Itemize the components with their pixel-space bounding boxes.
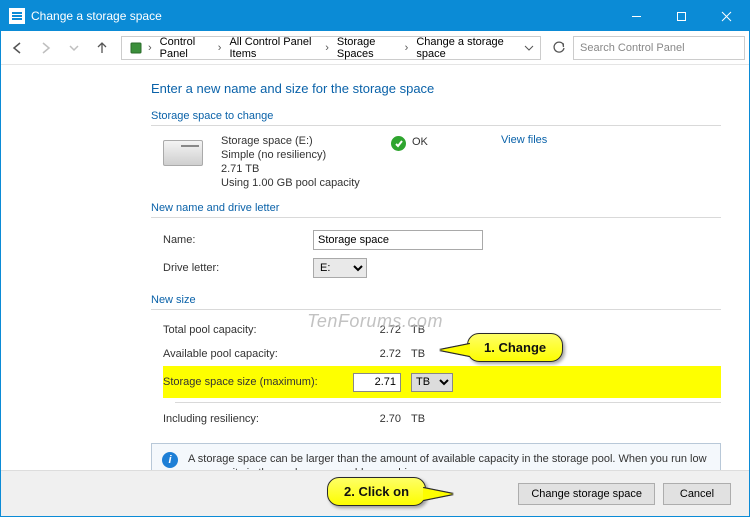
navbar: › Control Panel› All Control Panel Items… xyxy=(1,31,749,65)
breadcrumb-label: All Control Panel Items xyxy=(229,36,321,60)
change-storage-space-button[interactable]: Change storage space xyxy=(518,483,655,505)
ok-icon xyxy=(391,136,406,151)
name-label: Name: xyxy=(163,234,313,246)
forward-button[interactable] xyxy=(33,35,59,61)
breadcrumb-label: Storage Spaces xyxy=(337,36,401,60)
unit-select[interactable]: TB xyxy=(411,373,453,392)
close-button[interactable] xyxy=(704,1,749,31)
row-value: 2.72 xyxy=(353,324,411,336)
section-change: Storage space to change Storage space (E… xyxy=(151,110,721,190)
breadcrumb-label: Control Panel xyxy=(160,36,214,60)
row-unit: TB xyxy=(411,324,451,336)
callout-click: 2. Click on xyxy=(327,477,426,506)
space-usage: Using 1.00 GB pool capacity xyxy=(221,176,391,190)
window-buttons xyxy=(614,1,749,31)
content: Enter a new name and size for the storag… xyxy=(1,65,749,470)
space-name: Storage space (E:) xyxy=(221,134,391,148)
row-resiliency: Including resiliency: 2.70 TB xyxy=(163,407,721,431)
divider xyxy=(175,402,721,403)
breadcrumb[interactable]: › Control Panel› All Control Panel Items… xyxy=(121,36,541,60)
section-header: New size xyxy=(151,294,721,310)
status: OK xyxy=(391,134,501,151)
breadcrumb-item-0[interactable]: Control Panel› xyxy=(156,37,226,59)
callout-change: 1. Change xyxy=(467,333,563,362)
row-label: Storage space size (maximum): xyxy=(163,376,353,389)
info-text: A storage space can be larger than the a… xyxy=(188,452,710,470)
page-title: Enter a new name and size for the storag… xyxy=(151,81,721,96)
up-button[interactable] xyxy=(89,35,115,61)
breadcrumb-item-1[interactable]: All Control Panel Items› xyxy=(225,37,332,59)
titlebar: Change a storage space xyxy=(1,1,749,31)
size-input[interactable] xyxy=(353,373,401,392)
space-resiliency: Simple (no resiliency) xyxy=(221,148,391,162)
search-placeholder: Search Control Panel xyxy=(580,42,685,54)
view-files-link[interactable]: View files xyxy=(501,134,547,146)
status-text: OK xyxy=(412,136,428,148)
search-input[interactable]: Search Control Panel xyxy=(573,36,745,60)
row-label: Including resiliency: xyxy=(163,413,353,425)
back-button[interactable] xyxy=(5,35,31,61)
name-input[interactable] xyxy=(313,230,483,250)
window-title: Change a storage space xyxy=(31,9,614,23)
recent-locations-button[interactable] xyxy=(61,35,87,61)
row-total: Total pool capacity: 2.72 TB xyxy=(163,318,721,342)
refresh-button[interactable] xyxy=(547,36,571,60)
callout-text: 2. Click on xyxy=(344,484,409,499)
row-label: Total pool capacity: xyxy=(163,324,353,336)
section-header: New name and drive letter xyxy=(151,202,721,218)
row-value: 2.72 xyxy=(353,348,411,360)
breadcrumb-root-icon[interactable]: › xyxy=(124,37,156,59)
breadcrumb-item-3[interactable]: Change a storage space xyxy=(412,37,520,59)
section-header: Storage space to change xyxy=(151,110,721,126)
cancel-button[interactable]: Cancel xyxy=(663,483,731,505)
maximize-button[interactable] xyxy=(659,1,704,31)
space-info: Storage space (E:) Simple (no resiliency… xyxy=(221,134,391,190)
info-box: i A storage space can be larger than the… xyxy=(151,443,721,470)
breadcrumb-item-2[interactable]: Storage Spaces› xyxy=(333,37,412,59)
drive-letter-label: Drive letter: xyxy=(163,262,313,274)
section-name: New name and drive letter Name: Drive le… xyxy=(151,202,721,282)
row-value: 2.70 xyxy=(353,413,411,425)
row-unit: TB xyxy=(411,413,451,425)
window: Change a storage space › Control Panel› … xyxy=(0,0,750,517)
drive-letter-select[interactable]: E: xyxy=(313,258,367,278)
space-size: 2.71 TB xyxy=(221,162,391,176)
drive-icon xyxy=(163,140,203,166)
app-icon xyxy=(9,8,25,24)
row-maximum: Storage space size (maximum): TB xyxy=(163,366,721,398)
breadcrumb-dropdown[interactable] xyxy=(520,37,538,59)
info-icon: i xyxy=(162,452,178,468)
section-size: New size Total pool capacity: 2.72 TB Av… xyxy=(151,294,721,431)
row-label: Available pool capacity: xyxy=(163,348,353,360)
callout-text: 1. Change xyxy=(484,340,546,355)
breadcrumb-label: Change a storage space xyxy=(416,36,516,60)
minimize-button[interactable] xyxy=(614,1,659,31)
